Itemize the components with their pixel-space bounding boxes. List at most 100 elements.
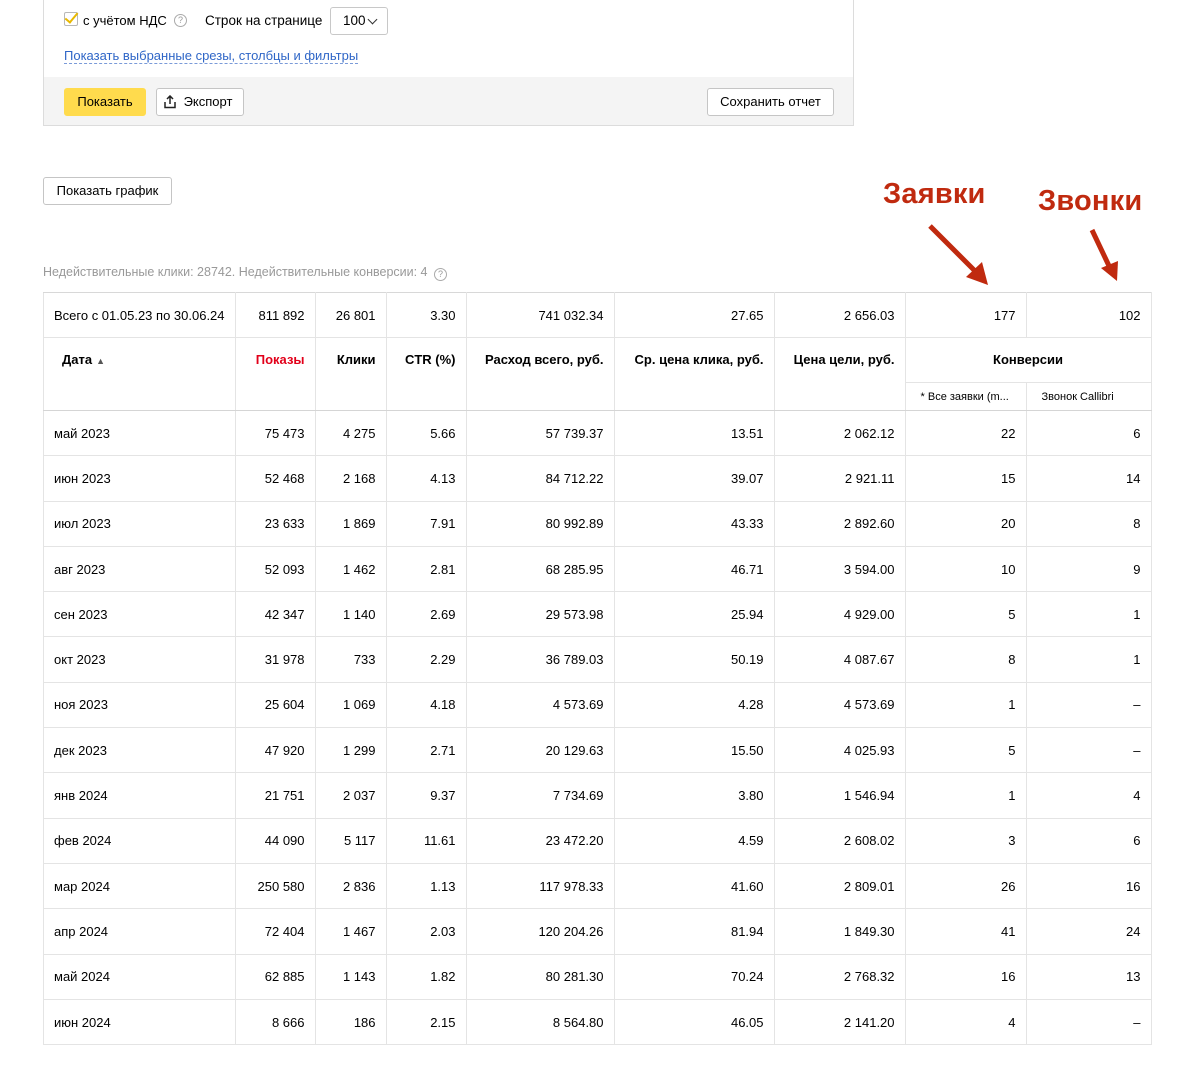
cell-conv-all: 41 [905,908,1027,955]
cell-date: май 2023 [43,410,236,457]
table-row: мар 2024 250 580 2 836 1.13 117 978.33 41.60 2… [43,863,1152,910]
cell-spend: 80 281.30 [466,954,615,1000]
cell-clicks: 4 275 [315,410,387,457]
column-cpc[interactable]: Ср. цена клика, руб. [614,337,775,411]
cell-conv-all: 3 [905,818,1027,864]
column-ctr[interactable]: CTR (%) [386,337,467,411]
totals-ctr: 3.30 [386,292,467,338]
cell-spend: 117 978.33 [466,863,615,910]
table-row: фев 2024 44 090 5 117 11.61 23 472.20 4.59 2 6… [43,818,1152,864]
chevron-down-icon [367,14,378,25]
cell-spend: 20 129.63 [466,727,615,774]
cell-spend: 8 564.80 [466,999,615,1046]
cell-date: апр 2024 [43,908,236,955]
table-row: янв 2024 21 751 2 037 9.37 7 734.69 3.80 1 546… [43,772,1152,819]
show-graph-button[interactable]: Показать график [43,177,172,205]
invalid-clicks-note: Недействительные клики: 28742. Недействи… [43,265,447,281]
cell-ctr: 2.81 [386,546,467,593]
cell-conv-callibri: – [1026,727,1152,774]
cell-date: ноя 2023 [43,682,236,729]
report-table: Всего с 01.05.23 по 30.06.24 811 892 26 … [43,292,1152,1046]
help-icon[interactable]: ? [174,14,187,27]
show-button[interactable]: Показать [64,88,146,116]
cell-impressions: 75 473 [235,410,316,457]
cell-date: авг 2023 [43,546,236,593]
cell-ctr: 4.18 [386,682,467,729]
cell-cpa: 2 141.20 [774,999,906,1046]
totals-cpc: 27.65 [614,292,775,338]
arrow-calls [1089,228,1113,270]
cell-cpa: 4 573.69 [774,682,906,729]
cell-impressions: 21 751 [235,772,316,819]
cell-cpa: 2 608.02 [774,818,906,864]
cell-date: фев 2024 [43,818,236,864]
cell-cpc: 43.33 [614,501,775,547]
cell-ctr: 1.82 [386,954,467,1000]
totals-conv-callibri: 102 [1026,292,1152,338]
cell-cpa: 2 809.01 [774,863,906,910]
cell-impressions: 8 666 [235,999,316,1046]
cell-clicks: 1 869 [315,501,387,547]
cell-conv-callibri: 9 [1026,546,1152,593]
column-date[interactable]: Дата ▲ [43,337,236,411]
table-row: май 2023 75 473 4 275 5.66 57 739.37 13.51 2 0… [43,410,1152,457]
totals-spend: 741 032.34 [466,292,615,338]
cell-impressions: 31 978 [235,636,316,683]
table-row: сен 2023 42 347 1 140 2.69 29 573.98 25.94 4 9… [43,591,1152,638]
totals-label: Всего с 01.05.23 по 30.06.24 [43,292,236,338]
column-date-label: Дата [62,352,93,367]
cell-spend: 120 204.26 [466,908,615,955]
cell-date: янв 2024 [43,772,236,819]
cell-date: июл 2023 [43,501,236,547]
cell-date: окт 2023 [43,636,236,683]
cell-cpa: 2 892.60 [774,501,906,547]
column-cpa[interactable]: Цена цели, руб. [774,337,906,411]
cell-clicks: 5 117 [315,818,387,864]
cell-cpc: 4.28 [614,682,775,729]
cell-conv-all: 10 [905,546,1027,593]
rows-per-page-label: Строк на странице [205,13,323,28]
cell-ctr: 7.91 [386,501,467,547]
cell-spend: 7 734.69 [466,772,615,819]
export-button-label: Экспорт [183,94,233,109]
show-graph-label: Показать график [56,183,159,198]
export-button[interactable]: Экспорт [156,88,244,116]
vat-checkbox[interactable] [64,12,78,26]
cell-cpa: 2 921.11 [774,455,906,502]
cell-cpa: 1 849.30 [774,908,906,955]
save-report-button[interactable]: Сохранить отчет [707,88,834,116]
cell-cpa: 4 025.93 [774,727,906,774]
totals-cpa: 2 656.03 [774,292,906,338]
header-row: Дата ▲ Показы Клики CTR (%) Расход всего,… [43,337,1152,411]
arrow-leads [928,224,978,274]
cell-ctr: 2.69 [386,591,467,638]
rows-per-page-select[interactable]: 100 [330,7,388,35]
column-conv-callibri[interactable]: Звонок Callibri [1026,382,1152,411]
cell-clicks: 1 140 [315,591,387,638]
filter-panel-top: с учётом НДС ? Строк на странице 100 Пок… [44,0,853,77]
cell-cpc: 81.94 [614,908,775,955]
cell-conv-all: 4 [905,999,1027,1046]
cell-conv-callibri: – [1026,999,1152,1046]
column-clicks[interactable]: Клики [315,337,387,411]
cell-cpc: 13.51 [614,410,775,457]
cell-cpc: 46.05 [614,999,775,1046]
column-conv-all[interactable]: * Все заявки (m... [904,382,1027,411]
cell-clicks: 733 [315,636,387,683]
cell-conv-all: 15 [905,455,1027,502]
cell-conv-callibri: – [1026,682,1152,729]
arrow-calls-head [1101,261,1118,281]
totals-impressions: 811 892 [235,292,316,338]
show-selected-filters-link[interactable]: Показать выбранные срезы, столбцы и филь… [64,49,359,64]
cell-conv-all: 22 [905,410,1027,457]
column-impressions[interactable]: Показы [235,337,316,411]
cell-spend: 57 739.37 [466,410,615,457]
help-icon[interactable]: ? [434,268,447,281]
column-spend[interactable]: Расход всего, руб. [466,337,615,411]
table-row: май 2024 62 885 1 143 1.82 80 281.30 70.24 2 7… [43,954,1152,1000]
cell-ctr: 5.66 [386,410,467,457]
cell-clicks: 1 299 [315,727,387,774]
cell-impressions: 44 090 [235,818,316,864]
table-row: июн 2024 8 666 186 2.15 8 564.80 46.05 2 141.2… [43,999,1152,1046]
cell-impressions: 52 468 [235,455,316,502]
